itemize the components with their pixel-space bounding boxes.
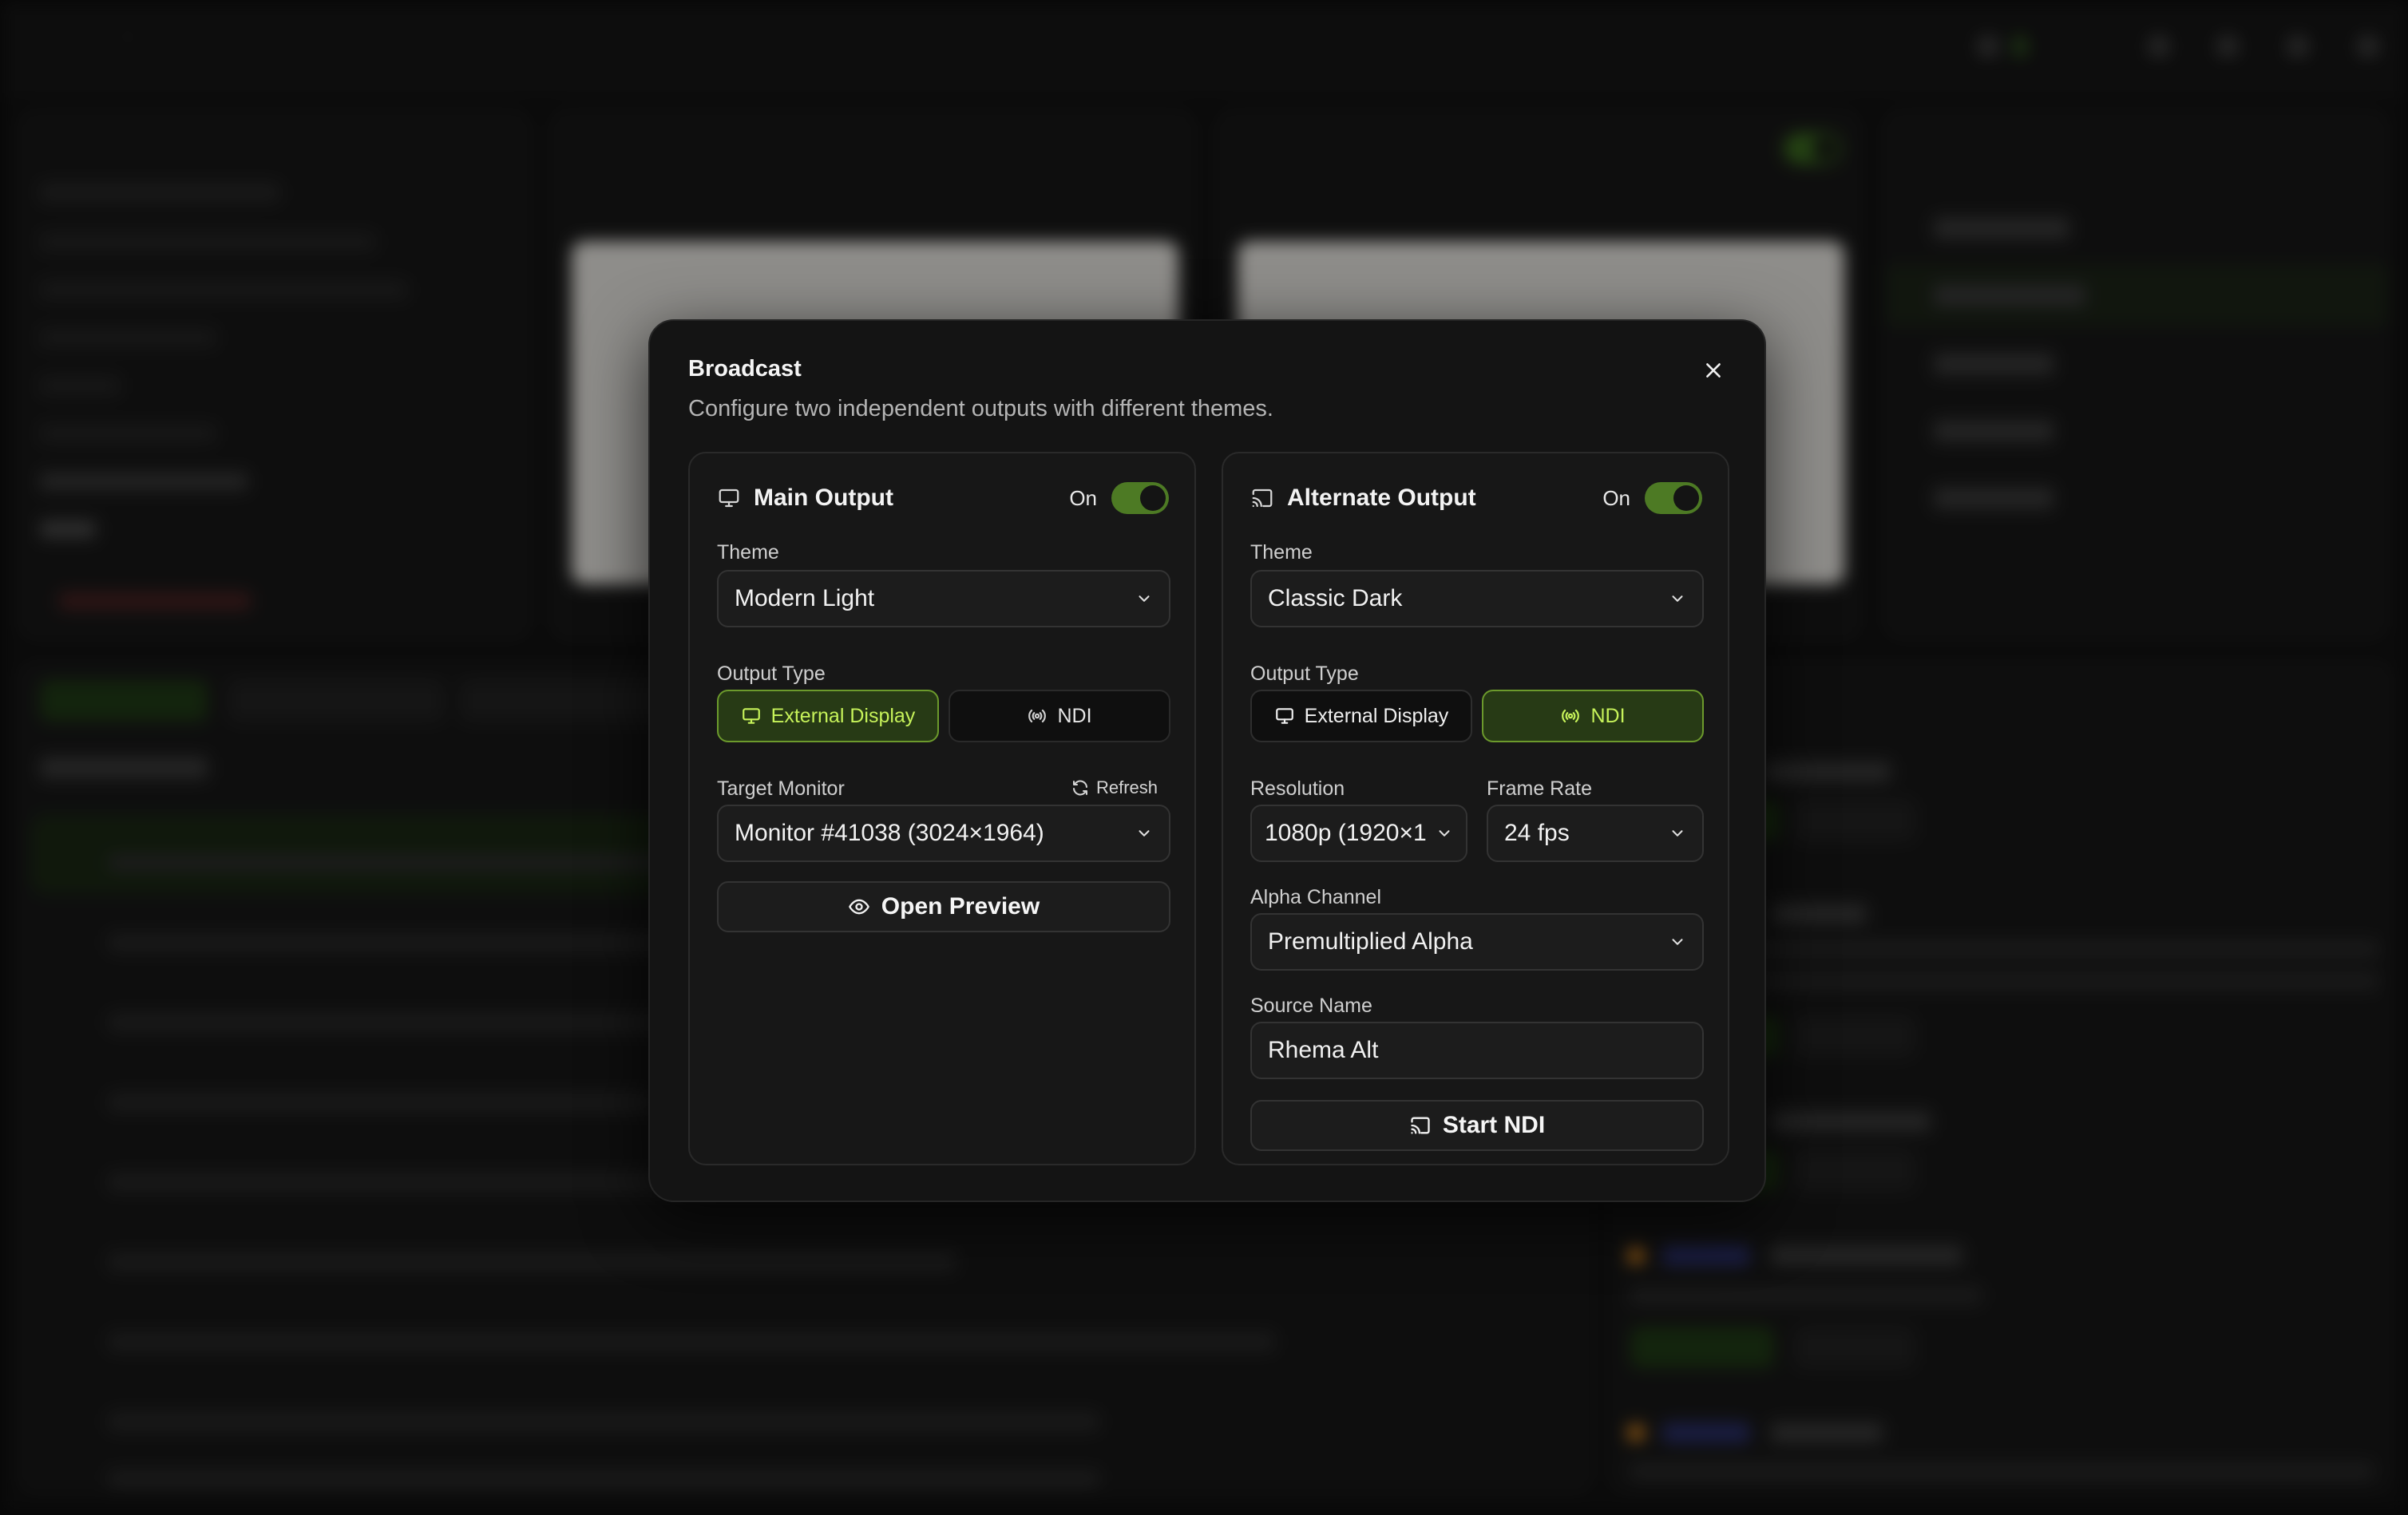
main-output-toggle-label: On [1069, 485, 1097, 510]
target-monitor-select[interactable]: Monitor #41038 (3024×1964) [717, 805, 1170, 862]
target-monitor-label: Target Monitor [717, 777, 845, 800]
alternate-output-card: Alternate Output On Theme Classic Dark O… [1222, 452, 1729, 1165]
open-preview-button[interactable]: Open Preview [717, 881, 1170, 932]
alt-external-display-option[interactable]: External Display [1250, 690, 1472, 742]
alt-theme-select[interactable]: Classic Dark [1250, 570, 1704, 627]
broadcast-dialog: Broadcast Configure two independent outp… [648, 319, 1766, 1202]
chevron-down-icon [1672, 595, 1683, 602]
start-ndi-label: Start NDI [1442, 1112, 1546, 1138]
main-output-toggle[interactable] [1111, 482, 1169, 514]
monitor-icon [1275, 708, 1293, 724]
main-output-card: Main Output On Theme Modern Light Output… [688, 452, 1196, 1165]
chevron-down-icon [1139, 595, 1150, 602]
main-external-display-label: External Display [770, 704, 916, 727]
main-theme-label: Theme [717, 541, 779, 564]
main-ndi-option[interactable]: NDI [949, 690, 1170, 742]
main-external-display-option[interactable]: External Display [717, 690, 939, 742]
alt-ndi-label: NDI [1590, 704, 1626, 727]
alternate-output-toggle[interactable] [1645, 482, 1702, 514]
resolution-select[interactable]: 1080p (1920×1 [1250, 805, 1467, 862]
main-output-type-label: Output Type [717, 663, 826, 685]
broadcast-icon [1028, 709, 1047, 723]
source-name-label: Source Name [1250, 995, 1372, 1017]
main-output-header: Main Output On [717, 481, 1169, 516]
alt-theme-value: Classic Dark [1268, 585, 1403, 611]
chevron-down-icon [1672, 830, 1683, 837]
alt-ndi-option[interactable]: NDI [1482, 690, 1704, 742]
alpha-channel-select[interactable]: Premultiplied Alpha [1250, 913, 1704, 971]
source-name-input[interactable] [1250, 1022, 1704, 1079]
alt-theme-label: Theme [1250, 541, 1313, 564]
frame-rate-value: 24 fps [1504, 820, 1570, 846]
dialog-title: Broadcast [688, 356, 802, 382]
alternate-output-toggle-label: On [1602, 485, 1630, 510]
monitor-icon [742, 708, 760, 724]
alpha-channel-label: Alpha Channel [1250, 886, 1382, 908]
cast-icon [1252, 489, 1273, 508]
alternate-output-header: Alternate Output On [1250, 481, 1702, 516]
refresh-button[interactable]: Refresh [1071, 777, 1158, 798]
monitor-icon [719, 489, 739, 508]
frame-rate-select[interactable]: 24 fps [1487, 805, 1704, 862]
alpha-channel-value: Premultiplied Alpha [1268, 928, 1473, 955]
start-ndi-button[interactable]: Start NDI [1250, 1100, 1704, 1151]
chevron-down-icon [1139, 830, 1150, 837]
main-theme-select[interactable]: Modern Light [717, 570, 1170, 627]
resolution-value: 1080p (1920×1 [1265, 820, 1427, 846]
alternate-output-title: Alternate Output [1287, 485, 1476, 511]
chevron-down-icon [1672, 939, 1683, 945]
main-ndi-label: NDI [1057, 704, 1092, 727]
refresh-icon [1072, 780, 1087, 796]
open-preview-label: Open Preview [881, 893, 1040, 920]
close-button[interactable] [1697, 354, 1729, 386]
alt-external-display-label: External Display [1304, 704, 1449, 727]
chevron-down-icon [1439, 830, 1450, 837]
frame-rate-label: Frame Rate [1487, 777, 1592, 800]
main-theme-value: Modern Light [735, 585, 875, 611]
resolution-label: Resolution [1250, 777, 1345, 800]
main-output-title: Main Output [754, 485, 893, 511]
broadcast-icon [1562, 709, 1580, 723]
eye-icon [848, 899, 869, 915]
alt-output-type-label: Output Type [1250, 663, 1359, 685]
refresh-label: Refresh [1095, 777, 1158, 797]
cast-icon [1411, 1117, 1430, 1134]
target-monitor-value: Monitor #41038 (3024×1964) [735, 820, 1044, 846]
close-icon [1706, 363, 1721, 378]
dialog-description: Configure two independent outputs with d… [688, 396, 1273, 421]
